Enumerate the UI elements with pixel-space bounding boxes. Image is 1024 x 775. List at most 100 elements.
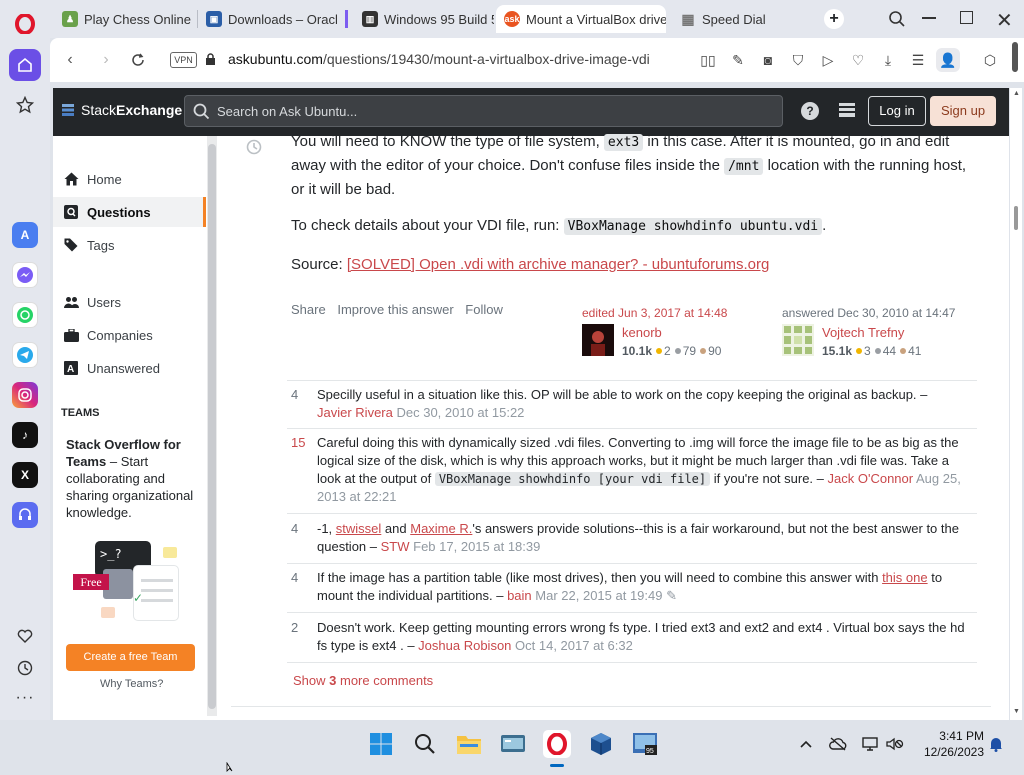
edit-icon[interactable]: ✎ — [729, 51, 747, 69]
opera-taskbar-icon[interactable] — [543, 730, 571, 758]
terminal-app-icon[interactable] — [499, 730, 527, 758]
comment-date[interactable]: Feb 17, 2015 at 18:39 — [413, 539, 540, 554]
left-sidebar: Home Questions Tags Users Companies A Un… — [53, 136, 217, 720]
help-icon[interactable]: ? — [801, 102, 819, 120]
comment-user[interactable]: STW — [381, 539, 410, 554]
more-dots-icon[interactable]: ··· — [9, 682, 41, 714]
free-badge: Free — [73, 574, 109, 590]
sidebar-scrollbar[interactable] — [207, 136, 217, 716]
web-page: Stack Exchange Search on Ask Ubuntu... ? … — [53, 88, 1009, 720]
show-more-comments-link[interactable]: Show 3 more comments — [293, 673, 433, 688]
nav-companies[interactable]: Companies — [53, 320, 206, 350]
tiktok-icon[interactable]: ♪ — [12, 422, 38, 448]
telegram-icon[interactable] — [12, 342, 38, 368]
create-free-team-button[interactable]: Create a free Team — [66, 644, 195, 671]
author-reputation: 15.1k 3 44 41 — [822, 344, 922, 358]
ad-blocker-icon[interactable]: ⛉ — [789, 51, 807, 69]
history-clock-icon[interactable] — [9, 652, 41, 684]
comment-user[interactable]: Javier Rivera — [317, 405, 393, 420]
reload-icon[interactable] — [128, 50, 148, 70]
file-explorer-icon[interactable] — [455, 730, 483, 758]
comment-date[interactable]: Dec 30, 2010 at 15:22 — [396, 405, 524, 420]
snapshot-camera-icon[interactable]: ◙ — [759, 51, 777, 69]
answered-date[interactable]: answered Dec 30, 2010 at 14:47 — [782, 306, 972, 320]
source-link[interactable]: [SOLVED] Open .vdi with archive manager?… — [347, 256, 769, 273]
tray-overflow-chevron-icon[interactable] — [797, 735, 815, 753]
forward-arrow-icon[interactable]: › — [96, 50, 116, 70]
comment-user[interactable]: bain — [507, 588, 532, 603]
lock-icon[interactable] — [205, 53, 216, 69]
instagram-icon[interactable] — [12, 382, 38, 408]
page-scrollbar[interactable]: ▲ ▼ — [1010, 88, 1022, 720]
new-tab-plus-icon[interactable]: + — [824, 9, 844, 29]
virtualbox-taskbar-icon[interactable] — [587, 730, 615, 758]
onedrive-offline-icon[interactable] — [829, 735, 847, 753]
signup-button[interactable]: Sign up — [930, 96, 996, 126]
site-search-input[interactable]: Search on Ask Ubuntu... — [184, 95, 783, 127]
downloads-icon[interactable]: ⤓ — [879, 51, 897, 69]
clock-time: 3:41 PM — [939, 729, 984, 743]
heart-icon[interactable] — [9, 620, 41, 652]
aria-ai-icon[interactable]: A — [12, 222, 38, 248]
flow-send-icon[interactable]: ▷ — [819, 51, 837, 69]
kenorb-avatar[interactable] — [582, 324, 614, 356]
profile-icon[interactable]: 👤 — [936, 48, 960, 72]
author-name[interactable]: Vojtech Trefny — [822, 325, 904, 340]
tab-speed-dial[interactable]: ▦ Speed Dial — [672, 5, 802, 33]
improve-answer-link[interactable]: Improve this answer — [337, 302, 453, 317]
tab-search-icon[interactable] — [888, 10, 906, 31]
network-icon[interactable] — [861, 735, 879, 753]
taskbar-clock[interactable]: 3:41 PM 12/26/2023 — [914, 728, 984, 760]
login-button[interactable]: Log in — [868, 96, 926, 126]
easy-setup-icon[interactable]: ☰ — [909, 51, 927, 69]
messenger-icon[interactable] — [12, 262, 38, 288]
taskbar-search-icon[interactable] — [411, 730, 439, 758]
edited-date[interactable]: edited Jun 3, 2017 at 14:48 — [582, 306, 772, 320]
extensions-cube-icon[interactable]: ⬡ — [981, 51, 999, 69]
comment-date[interactable]: Mar 22, 2015 at 19:49 — [535, 588, 662, 603]
stackexchange-menu-icon[interactable] — [839, 103, 855, 117]
sidebar-handle[interactable] — [1012, 42, 1018, 72]
share-link[interactable]: Share — [291, 302, 326, 317]
editor-name[interactable]: kenorb — [622, 325, 662, 340]
comment-link-maxime[interactable]: Maxime R. — [410, 521, 472, 536]
nav-home[interactable]: Home — [53, 164, 206, 194]
close-window-icon[interactable]: ✕ — [996, 8, 1013, 33]
url-field[interactable]: askubuntu.com/questions/19430/mount-a-vi… — [228, 51, 650, 67]
vojtech-avatar[interactable] — [782, 324, 814, 356]
vpn-badge[interactable]: VPN — [170, 52, 197, 68]
nav-unanswered[interactable]: A Unanswered — [53, 353, 206, 383]
windows-start-icon[interactable] — [367, 730, 395, 758]
why-teams-link[interactable]: Why Teams? — [100, 678, 163, 690]
author-signature: answered Dec 30, 2010 at 14:47 Vojtech T… — [782, 306, 972, 358]
volume-muted-icon[interactable] — [886, 735, 904, 753]
home-icon[interactable] — [9, 49, 41, 81]
back-arrow-icon[interactable]: ‹ — [60, 50, 80, 70]
history-icon[interactable] — [245, 138, 263, 159]
tab-windows95[interactable]: ▥ Windows 95 Build 58 — [354, 5, 494, 33]
minimize-icon[interactable] — [922, 17, 936, 19]
x-twitter-icon[interactable]: X — [12, 462, 38, 488]
comment-link-stwissel[interactable]: stwissel — [336, 521, 382, 536]
notifications-bell-icon[interactable] — [987, 735, 1005, 753]
comment-date[interactable]: Oct 14, 2017 at 6:32 — [515, 638, 633, 653]
restore-icon[interactable] — [960, 11, 973, 24]
opera-logo-icon[interactable] — [9, 8, 41, 40]
nav-questions[interactable]: Questions — [53, 197, 206, 227]
nav-users[interactable]: Users — [53, 287, 206, 317]
windows95-vm-icon[interactable]: 95 — [631, 730, 659, 758]
bookmark-heart-icon[interactable]: ♡ — [849, 51, 867, 69]
bookmarks-star-icon[interactable] — [9, 89, 41, 121]
tab-chess[interactable]: ♟ Play Chess Online for — [54, 5, 194, 33]
reader-mode-icon[interactable]: ▯▯ — [699, 51, 717, 69]
nav-tags[interactable]: Tags — [53, 230, 206, 260]
comment-user[interactable]: Joshua Robison — [418, 638, 511, 653]
tab-mount-virtualbox[interactable]: ask Mount a VirtualBox drive — [496, 5, 666, 33]
whatsapp-icon[interactable] — [12, 302, 38, 328]
comment-link-this-one[interactable]: this one — [882, 570, 928, 585]
follow-link[interactable]: Follow — [465, 302, 503, 317]
stackexchange-logo[interactable]: Stack Exchange — [61, 102, 182, 118]
music-player-icon[interactable] — [12, 502, 38, 528]
comment-user[interactable]: Jack O'Connor — [828, 471, 914, 486]
tab-oracle-downloads[interactable]: ▣ Downloads – Oracle V — [198, 5, 338, 33]
